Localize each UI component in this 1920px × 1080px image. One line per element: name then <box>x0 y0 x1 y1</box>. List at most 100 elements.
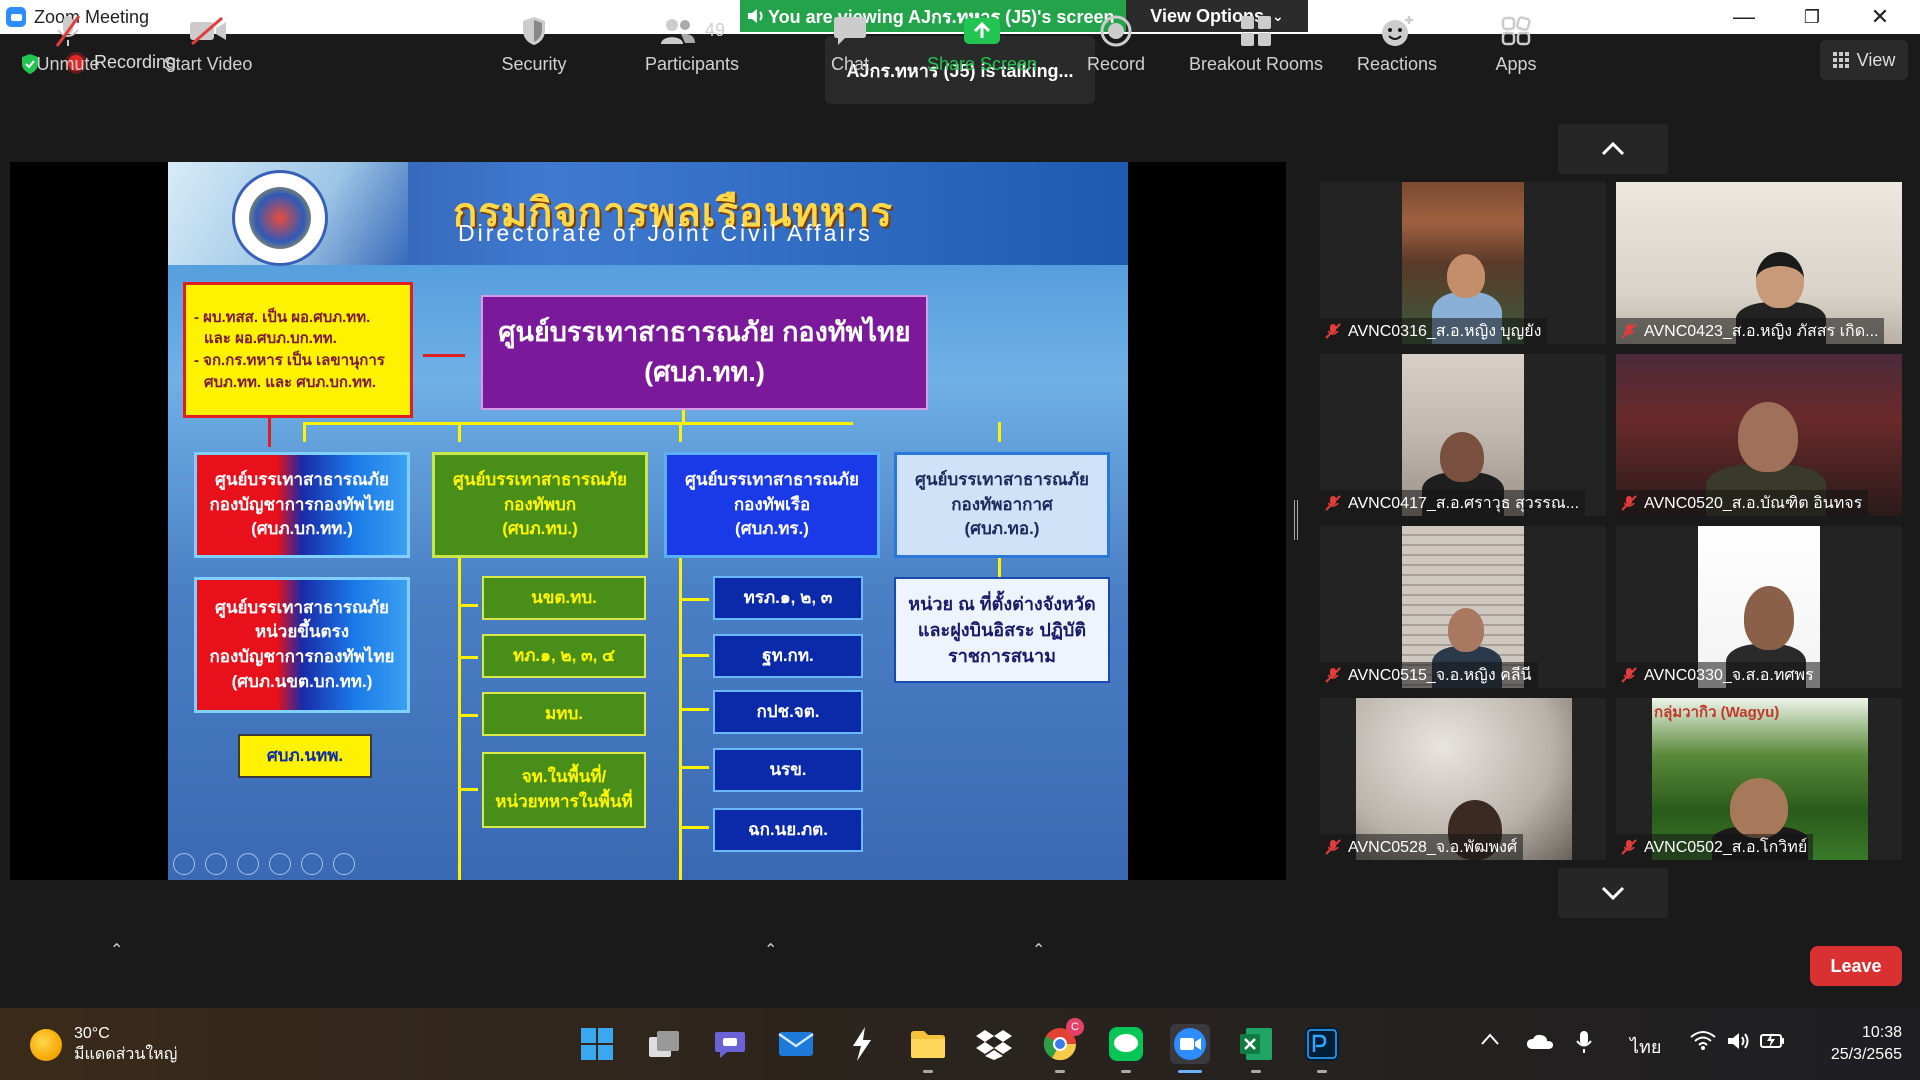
org-sub-navy: กปช.จต. <box>713 690 863 734</box>
presentation-slide: กรมกิจการพลเรือนทหาร Directorate of Join… <box>168 162 1128 880</box>
participant-name: AVNC0423_ส.อ.หญิง ภัสสร เกิด... <box>1644 322 1879 340</box>
excel-button[interactable] <box>1236 1024 1276 1064</box>
org-sub-airforce: หน่วย ณ ที่ตั้งต่างจังหวัด และฝูงบินอิสร… <box>894 577 1110 683</box>
mail-icon <box>778 1032 814 1056</box>
participants-options-caret[interactable]: ⌃ <box>764 940 777 960</box>
mail-button[interactable] <box>776 1024 816 1064</box>
pen-icon <box>237 853 259 875</box>
gallery-page-up-button[interactable] <box>1558 124 1668 174</box>
minimize-button[interactable]: — <box>1710 0 1778 34</box>
maximize-button[interactable]: ❐ <box>1778 0 1846 34</box>
participant-tile[interactable]: AVNC0520_ส.อ.บัณฑิต อินทจร <box>1616 354 1902 516</box>
org-unit-airforce: ศูนย์บรรเทาสาธารณภัย กองทัพอากาศ (ศบภ.ทอ… <box>894 452 1110 558</box>
leave-button[interactable]: Leave <box>1810 946 1902 986</box>
chrome-button[interactable]: C <box>1040 1018 1084 1064</box>
participant-name: AVNC0330_จ.ส.อ.ทศพร <box>1644 666 1814 684</box>
muted-mic-icon <box>1325 839 1341 855</box>
task-view-button[interactable] <box>644 1024 684 1064</box>
chevron-up-icon <box>1601 142 1625 156</box>
line-app-icon <box>1109 1027 1143 1061</box>
reactions-icon <box>1382 15 1413 46</box>
view-label: View <box>1856 49 1896 70</box>
muted-mic-icon <box>1621 667 1637 683</box>
participant-tile[interactable]: AVNC0316_ส.อ.หญิง บุญยัง <box>1320 182 1606 344</box>
pane-resize-handle[interactable] <box>1294 500 1298 540</box>
reactions-button[interactable]: Reactions <box>1350 0 1444 86</box>
close-icon: ✕ <box>1870 4 1890 29</box>
muted-mic-icon <box>1621 323 1637 339</box>
chat-icon <box>834 16 866 45</box>
participant-tile[interactable]: กลุ่มวากิว (Wagyu) AVNC0502_ส.อ.โกวิทย์ <box>1616 698 1902 860</box>
chat-button[interactable]: Chat <box>810 0 890 86</box>
record-label: Record <box>1086 53 1146 74</box>
onedrive-button[interactable] <box>1526 1034 1554 1055</box>
start-video-label: Start Video <box>163 53 253 74</box>
weather-condition: มีแดดส่วนใหญ่ <box>74 1045 178 1063</box>
participants-button[interactable]: 49 Participants <box>630 0 754 86</box>
volume-button[interactable] <box>1726 1030 1750 1057</box>
view-button[interactable]: View <box>1820 40 1908 80</box>
unmute-label: Unmute <box>36 53 100 74</box>
security-label: Security <box>501 53 567 74</box>
zoom-taskbar-button[interactable] <box>1170 1024 1210 1064</box>
restore-icon: ❐ <box>1803 6 1821 27</box>
org-chart-hq-box: ศูนย์บรรเทาสาธารณภัย กองทัพไทย (ศบภ.ทท.) <box>481 295 928 410</box>
muted-mic-icon <box>1325 495 1341 511</box>
audio-options-caret[interactable]: ⌃ <box>110 940 123 960</box>
muted-mic-icon <box>1621 839 1637 855</box>
video-off-icon <box>190 16 226 45</box>
directorate-logo <box>232 170 328 266</box>
participant-tile[interactable]: AVNC0417_ส.อ.ศราวุธ สุวรรณ... <box>1320 354 1606 516</box>
photoshop-button[interactable] <box>1302 1024 1342 1064</box>
gallery-page-down-button[interactable] <box>1558 868 1668 918</box>
participants-label: Participants <box>644 53 740 74</box>
windows-start-icon <box>581 1028 613 1060</box>
unmute-button[interactable]: Unmute <box>28 0 108 86</box>
weather-widget[interactable]: 30°C มีแดดส่วนใหญ่ <box>30 1024 177 1066</box>
speaker-icon <box>1728 1033 1749 1049</box>
wifi-icon <box>1690 1031 1716 1050</box>
wifi-button[interactable] <box>1690 1030 1716 1055</box>
breakout-rooms-label: Breakout Rooms <box>1188 53 1324 74</box>
taskbar-clock[interactable]: 10:38 25/3/2565 <box>1806 1022 1902 1065</box>
participants-icon <box>660 18 695 44</box>
slides-icon <box>269 853 291 875</box>
apps-label: Apps <box>1495 53 1537 74</box>
start-video-button[interactable]: Start Video <box>150 0 266 86</box>
participant-tile[interactable]: AVNC0515_จ.อ.หญิง คลีนี <box>1320 526 1606 688</box>
participant-tile[interactable]: AVNC0528_จ.อ.พัฒพงศ์ <box>1320 698 1606 860</box>
show-hidden-icons-button[interactable] <box>1480 1030 1500 1051</box>
battery-button[interactable] <box>1760 1030 1786 1055</box>
dropbox-button[interactable] <box>974 1024 1014 1064</box>
participant-name: AVNC0520_ส.อ.บัณฑิต อินทจร <box>1644 494 1863 512</box>
apps-button[interactable]: Apps <box>1476 0 1556 86</box>
muted-mic-icon <box>1325 323 1341 339</box>
participant-tile[interactable]: AVNC0330_จ.ส.อ.ทศพร <box>1616 526 1902 688</box>
input-language[interactable]: ไทย <box>1630 1032 1661 1061</box>
record-button[interactable]: Record <box>1076 0 1156 86</box>
security-button[interactable]: Security <box>490 0 578 86</box>
app-button[interactable] <box>842 1024 882 1064</box>
org-unit-navy: ศูนย์บรรเทาสาธารณภัย กองทัพเรือ (ศบภ.ทร.… <box>664 452 880 558</box>
reactions-label: Reactions <box>1356 53 1438 74</box>
record-icon <box>1100 15 1132 46</box>
participant-tile[interactable]: AVNC0423_ส.อ.หญิง ภัสสร เกิด... <box>1616 182 1902 344</box>
microphone-tray-button[interactable] <box>1576 1030 1592 1059</box>
teams-chat-button[interactable] <box>710 1024 750 1064</box>
battery-charging-icon <box>1760 1033 1784 1048</box>
chevron-down-icon <box>1601 886 1625 900</box>
share-screen-button[interactable]: Share Screen <box>920 0 1044 86</box>
line-app-button[interactable] <box>1106 1024 1146 1064</box>
apps-icon <box>1501 15 1531 45</box>
close-button[interactable]: ✕ <box>1846 0 1914 34</box>
virtual-background-text: กลุ่มวากิว (Wagyu) <box>1654 704 1780 721</box>
start-button[interactable] <box>577 1024 617 1064</box>
org-sub-navy: ฐท.กท. <box>713 634 863 678</box>
excel-icon <box>1240 1028 1272 1060</box>
cloud-icon <box>1527 1034 1553 1049</box>
share-options-caret[interactable]: ⌃ <box>1032 940 1045 960</box>
clock-date: 25/3/2565 <box>1830 1045 1902 1063</box>
file-explorer-button[interactable] <box>908 1024 948 1064</box>
breakout-rooms-button[interactable]: Breakout Rooms <box>1184 0 1328 86</box>
org-sub-navy: นรข. <box>713 748 863 792</box>
